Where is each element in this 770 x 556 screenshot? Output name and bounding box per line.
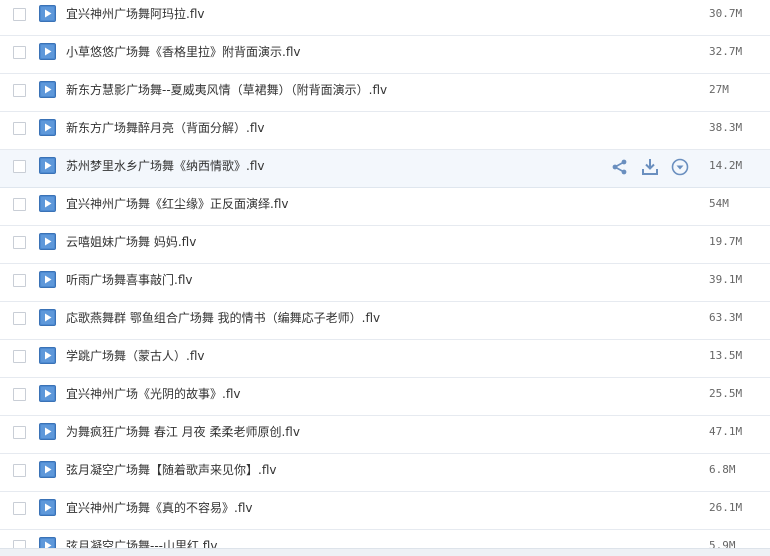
file-row[interactable]: 苏州梦里水乡广场舞《纳西情歌》.flv 14.2M [0,150,770,188]
file-name[interactable]: 宜兴神州广场《光阴的故事》.flv [66,378,240,414]
file-size: 54M [709,197,729,210]
file-name[interactable]: 为舞疯狂广场舞 春江 月夜 柔柔老师原创.flv [66,416,300,452]
file-name[interactable]: 宜兴神州广场舞《真的不容易》.flv [66,492,252,528]
file-size: 26.1M [709,501,743,514]
file-size: 39.1M [709,273,743,286]
file-row[interactable]: 宜兴神州广场舞《真的不容易》.flv 26.1M [0,492,770,530]
video-file-icon [39,499,56,516]
file-row[interactable]: 听雨广场舞喜事敲门.flv 39.1M [0,264,770,302]
file-name[interactable]: 宜兴神州广场舞阿玛拉.flv [66,0,204,34]
video-file-icon [39,233,56,250]
file-name[interactable]: 新东方广场舞醉月亮（背面分解）.flv [66,112,264,148]
file-row[interactable]: 新东方慧影广场舞--夏威夷风情（草裙舞）（附背面演示）.flv 27M [0,74,770,112]
row-checkbox[interactable] [13,8,26,21]
video-file-icon [39,157,56,174]
video-file-icon [39,81,56,98]
file-size: 14.2M [709,159,743,172]
file-row[interactable]: 学跳广场舞（蒙古人）.flv 13.5M [0,340,770,378]
file-size: 47.1M [709,425,743,438]
file-row[interactable]: 新东方广场舞醉月亮（背面分解）.flv 38.3M [0,112,770,150]
file-size: 13.5M [709,349,743,362]
more-dropdown-icon[interactable] [670,157,690,177]
row-checkbox[interactable] [13,198,26,211]
video-file-icon [39,423,56,440]
row-checkbox[interactable] [13,274,26,287]
file-name[interactable]: 学跳广场舞（蒙古人）.flv [66,340,204,376]
file-name[interactable]: 応歌燕舞群 鄂鱼组合广场舞 我的情书（编舞応子老师）.flv [66,302,380,338]
file-size: 38.3M [709,121,743,134]
share-icon[interactable] [610,157,630,177]
row-checkbox[interactable] [13,312,26,325]
video-file-icon [39,195,56,212]
file-name[interactable]: 苏州梦里水乡广场舞《纳西情歌》.flv [66,150,264,186]
row-checkbox[interactable] [13,84,26,97]
download-icon[interactable] [640,157,660,177]
file-size: 32.7M [709,45,743,58]
file-name[interactable]: 云嘻姐妹广场舞 妈妈.flv [66,226,196,262]
video-file-icon [39,309,56,326]
row-checkbox[interactable] [13,426,26,439]
video-file-icon [39,43,56,60]
row-checkbox[interactable] [13,46,26,59]
file-row[interactable]: 応歌燕舞群 鄂鱼组合广场舞 我的情书（编舞応子老师）.flv 63.3M [0,302,770,340]
row-checkbox[interactable] [13,122,26,135]
video-file-icon [39,5,56,22]
file-size: 63.3M [709,311,743,324]
file-row[interactable]: 宜兴神州广场舞《红尘缘》正反面演绎.flv 54M [0,188,770,226]
file-row[interactable]: 为舞疯狂广场舞 春江 月夜 柔柔老师原创.flv 47.1M [0,416,770,454]
file-row[interactable]: 弦月凝空广场舞【随着歌声来见你】.flv 6.8M [0,454,770,492]
row-checkbox[interactable] [13,350,26,363]
row-checkbox[interactable] [13,388,26,401]
file-row[interactable]: 宜兴神州广场《光阴的故事》.flv 25.5M [0,378,770,416]
row-checkbox[interactable] [13,160,26,173]
file-row[interactable]: 云嘻姐妹广场舞 妈妈.flv 19.7M [0,226,770,264]
video-file-icon [39,385,56,402]
file-name[interactable]: 弦月凝空广场舞【随着歌声来见你】.flv [66,454,276,490]
video-file-icon [39,347,56,364]
file-row[interactable]: 宜兴神州广场舞阿玛拉.flv 30.7M [0,0,770,36]
row-checkbox[interactable] [13,464,26,477]
file-size: 25.5M [709,387,743,400]
file-size: 27M [709,83,729,96]
file-size: 6.8M [709,463,736,476]
file-name[interactable]: 小草悠悠广场舞《香格里拉》附背面演示.flv [66,36,300,72]
file-name[interactable]: 宜兴神州广场舞《红尘缘》正反面演绎.flv [66,188,288,224]
file-list: 宜兴神州广场舞阿玛拉.flv 30.7M 小草悠悠广场舞《香格里拉》附背面演示.fl… [0,0,770,556]
file-size: 30.7M [709,7,743,20]
file-name[interactable]: 新东方慧影广场舞--夏威夷风情（草裙舞）（附背面演示）.flv [66,74,387,110]
video-file-icon [39,119,56,136]
horizontal-scrollbar[interactable] [0,548,770,556]
video-file-icon [39,461,56,478]
row-checkbox[interactable] [13,236,26,249]
file-name[interactable]: 听雨广场舞喜事敲门.flv [66,264,192,300]
file-row[interactable]: 小草悠悠广场舞《香格里拉》附背面演示.flv 32.7M [0,36,770,74]
video-file-icon [39,271,56,288]
file-size: 19.7M [709,235,743,248]
row-checkbox[interactable] [13,502,26,515]
